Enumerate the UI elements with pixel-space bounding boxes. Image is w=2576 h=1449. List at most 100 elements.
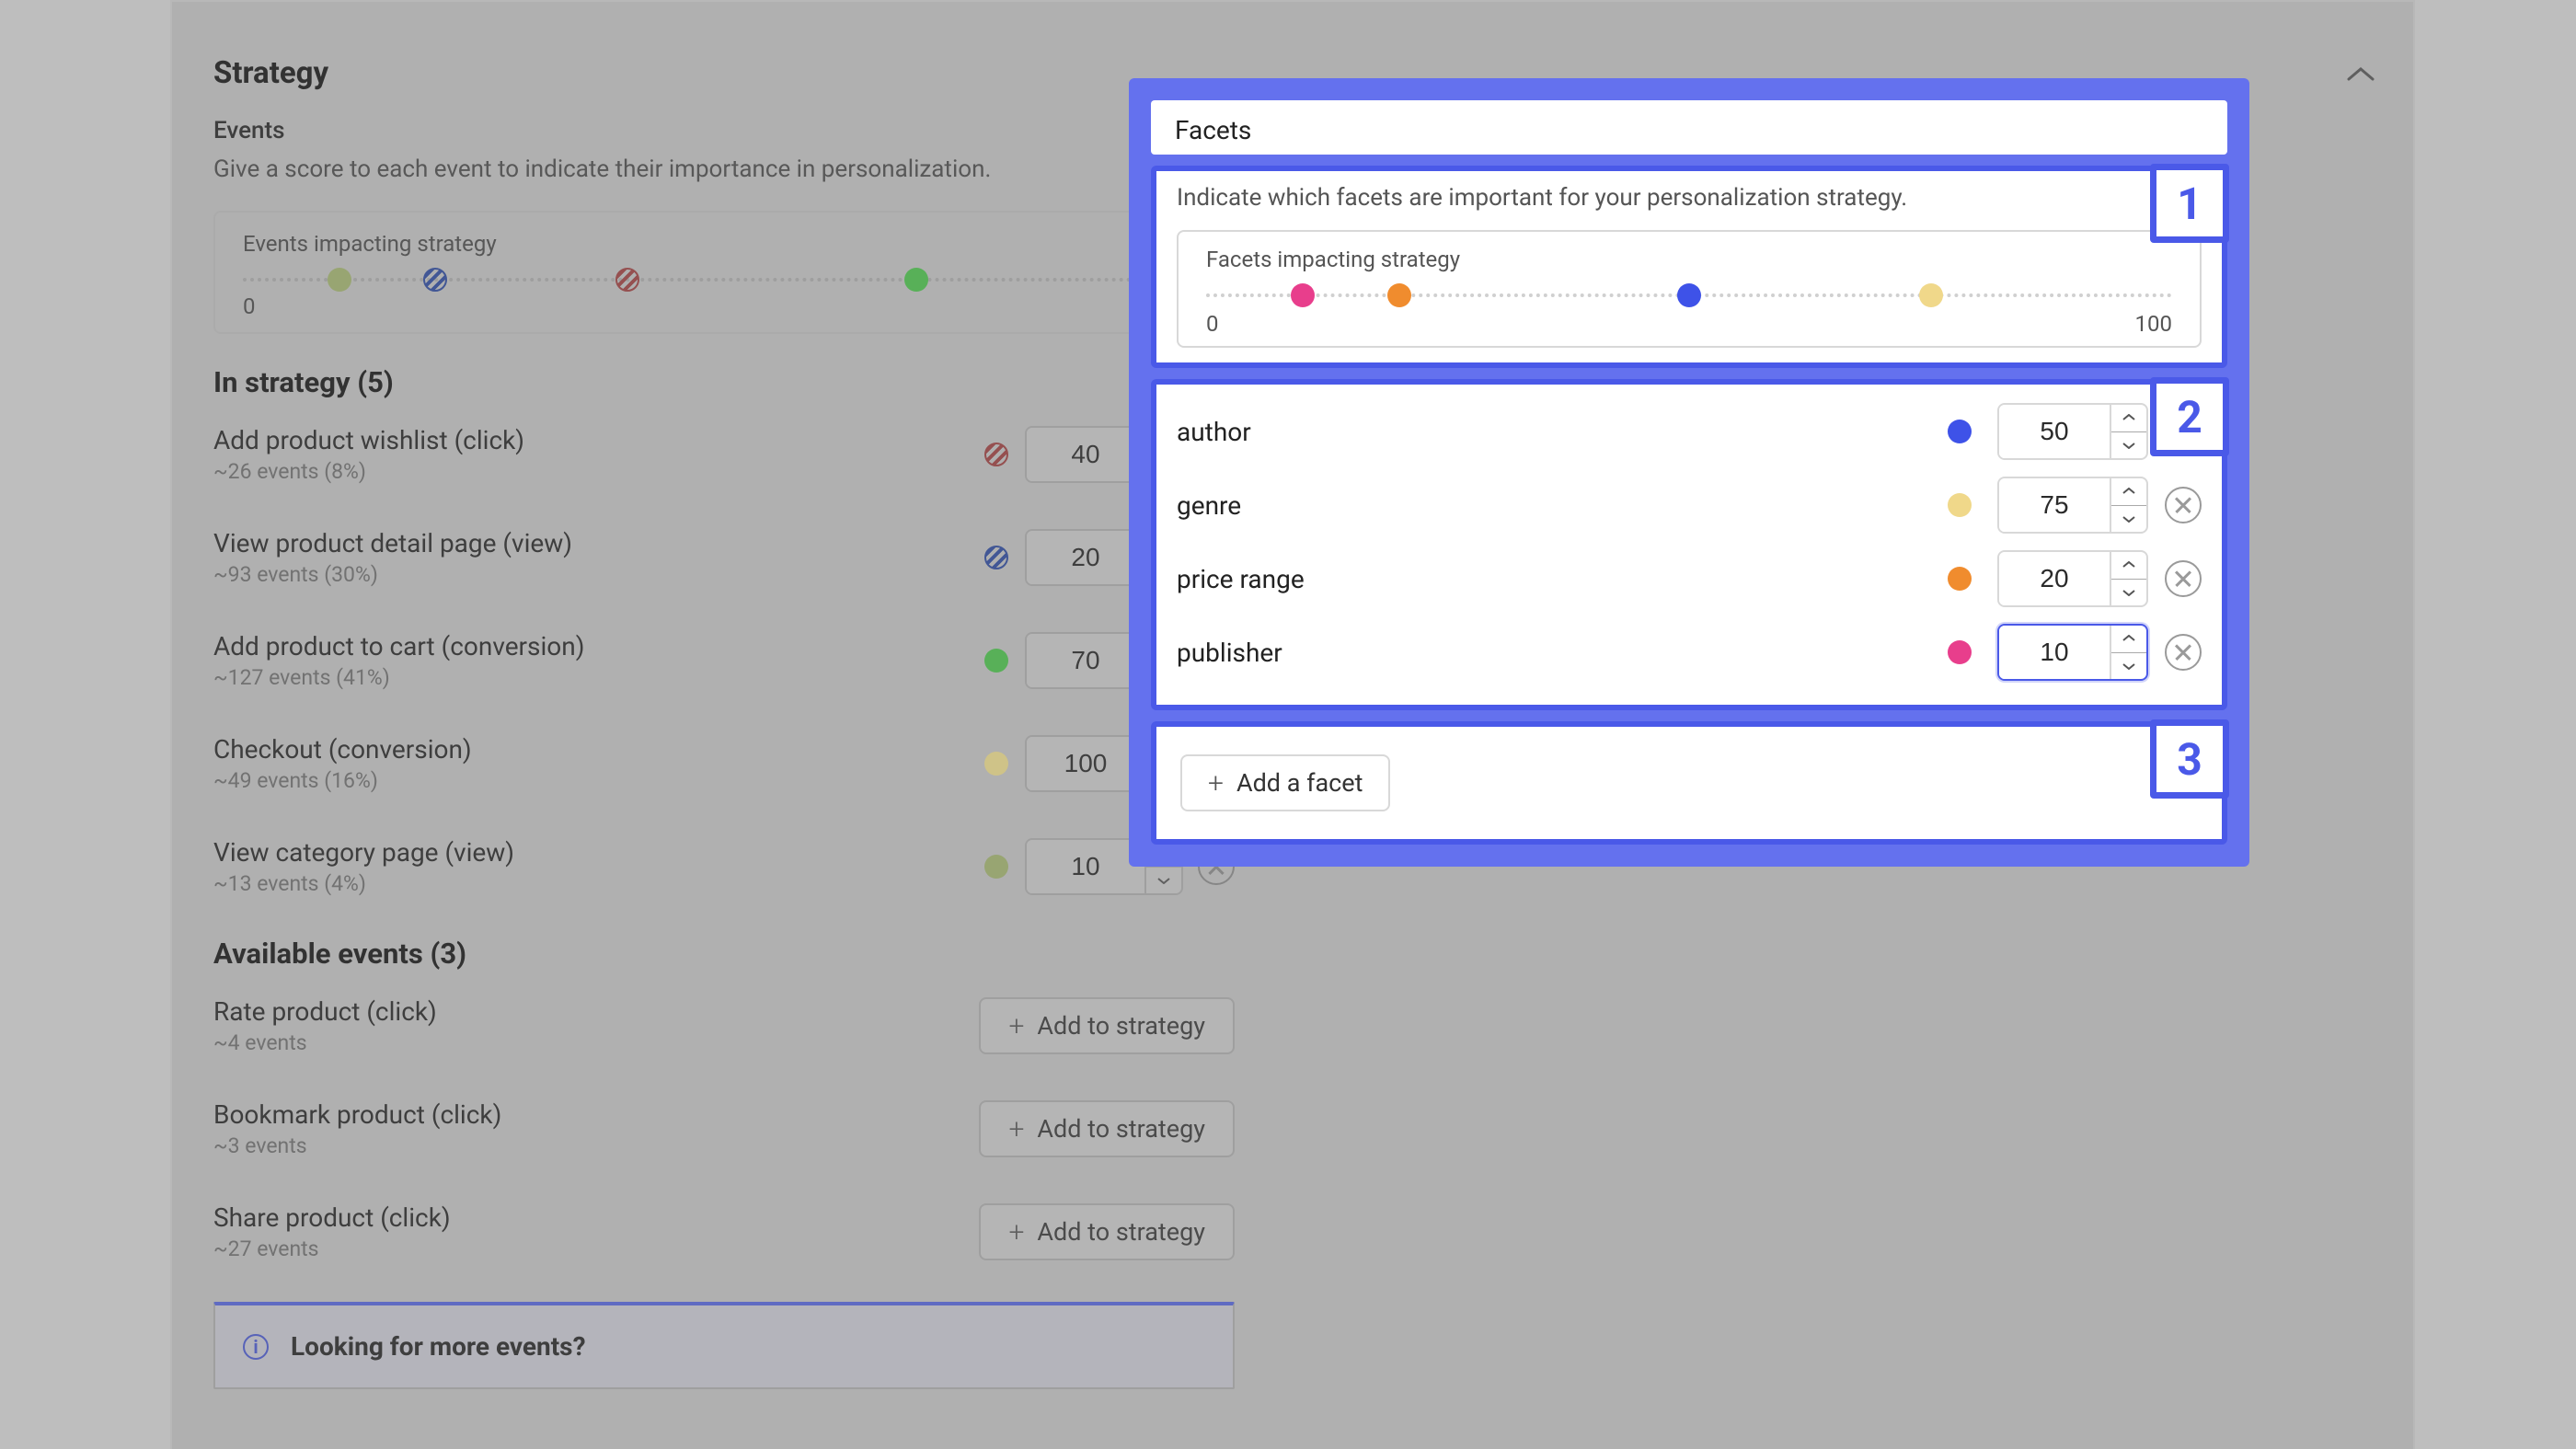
value-stepper[interactable] <box>1997 550 2148 607</box>
chevron-down-icon[interactable] <box>2111 506 2146 533</box>
scale-marker <box>1677 283 1701 307</box>
facets-panel: Facets Indicate which facets are importa… <box>1129 78 2249 867</box>
close-icon <box>2175 497 2191 513</box>
scale-min: 0 <box>1206 311 1219 337</box>
chevron-down-icon[interactable] <box>1146 868 1181 894</box>
event-name: Share product (click) <box>213 1202 979 1233</box>
stepper-input[interactable] <box>1999 552 2110 605</box>
scale-marker <box>615 268 639 292</box>
facet-name: publisher <box>1177 638 1948 668</box>
facet-row: author <box>1177 403 2202 460</box>
event-sub: ~3 events <box>213 1133 979 1158</box>
scale-marker <box>423 268 447 292</box>
stepper-input[interactable] <box>1027 840 1144 893</box>
event-sub: ~127 events (41%) <box>213 665 984 690</box>
facets-box-3: + Add a facet 3 <box>1151 721 2227 845</box>
event-marker-icon <box>984 855 1008 879</box>
close-icon <box>2175 570 2191 587</box>
event-text: Add product wishlist (click)~26 events (… <box>213 425 984 484</box>
chevron-up-icon[interactable] <box>2111 552 2146 580</box>
plus-icon: + <box>1208 767 1224 799</box>
add-to-strategy-button[interactable]: + Add to strategy <box>979 1203 1235 1260</box>
stepper-buttons[interactable] <box>2110 626 2146 679</box>
stepper-input[interactable] <box>1027 737 1144 790</box>
stepper-buttons[interactable] <box>2110 478 2146 532</box>
remove-button[interactable] <box>2165 487 2202 523</box>
facet-row: genre <box>1177 477 2202 534</box>
event-text: Rate product (click)~4 events <box>213 996 979 1055</box>
info-icon: i <box>243 1334 269 1360</box>
facet-color-icon <box>1948 420 1972 443</box>
chevron-down-icon[interactable] <box>2111 653 2146 680</box>
chevron-up-icon[interactable] <box>2111 405 2146 432</box>
scale-marker <box>1387 283 1411 307</box>
scale-marker <box>1919 283 1943 307</box>
event-name: View category page (view) <box>213 837 984 868</box>
add-label: Add to strategy <box>1037 1011 1205 1041</box>
event-sub: ~13 events (4%) <box>213 871 984 896</box>
value-stepper[interactable] <box>1997 624 2148 681</box>
stepper-input[interactable] <box>1027 428 1144 481</box>
event-text: Bookmark product (click)~3 events <box>213 1099 979 1158</box>
facet-color-icon <box>1948 493 1972 517</box>
value-stepper[interactable] <box>1997 477 2148 534</box>
callout-2: 2 <box>2150 377 2229 456</box>
event-row: Checkout (conversion) ~49 events (16%) <box>213 730 1235 797</box>
facet-name: genre <box>1177 490 1948 521</box>
facet-name: price range <box>1177 564 1948 594</box>
stepper-input[interactable] <box>1999 405 2110 458</box>
event-sub: ~49 events (16%) <box>213 768 984 793</box>
chevron-down-icon[interactable] <box>2111 580 2146 606</box>
add-facet-button[interactable]: + Add a facet <box>1180 754 1390 811</box>
remove-button[interactable] <box>2165 560 2202 597</box>
collapse-icon[interactable] <box>2347 66 2375 86</box>
add-facet-label: Add a facet <box>1236 768 1363 798</box>
add-to-strategy-button[interactable]: +Add to strategy <box>979 1100 1235 1157</box>
stepper-input[interactable] <box>1999 478 2110 532</box>
scale-marker <box>904 268 928 292</box>
event-text: View product detail page (view) ~93 event… <box>213 528 984 587</box>
event-sub: ~93 events (30%) <box>213 562 984 587</box>
events-scale-label: Events impacting strategy <box>243 231 1205 257</box>
facets-scale-track <box>1206 283 2172 307</box>
remove-button[interactable] <box>2165 634 2202 671</box>
chevron-up-icon[interactable] <box>2111 478 2146 506</box>
facets-title: Facets <box>1151 100 2227 155</box>
scale-min: 0 <box>243 293 256 319</box>
event-row: Add product wishlist (click)~26 events (… <box>213 421 1235 488</box>
available-event-row: Rate product (click)~4 events + Add to str… <box>213 993 1235 1059</box>
info-banner: i Looking for more events? <box>213 1302 1235 1389</box>
scale-max: 100 <box>2135 311 2172 337</box>
event-name: Checkout (conversion) <box>213 734 984 765</box>
event-marker-icon <box>984 546 1008 569</box>
stepper-input[interactable] <box>1027 531 1144 584</box>
stepper-input[interactable] <box>1999 626 2110 679</box>
available-heading: Available events (3) <box>213 937 1235 971</box>
facet-color-icon <box>1948 567 1972 591</box>
plus-icon: + <box>1008 1010 1024 1042</box>
events-heading: Events <box>213 117 1235 144</box>
stepper-buttons[interactable] <box>2110 552 2146 605</box>
events-scale-ends: 0 100 <box>243 293 1205 319</box>
stepper-buttons[interactable] <box>2110 405 2146 458</box>
event-sub: ~26 events (8%) <box>213 459 984 484</box>
facet-name: author <box>1177 417 1948 447</box>
event-name: Rate product (click) <box>213 996 979 1027</box>
facets-scale-box: Facets impacting strategy 0 100 <box>1177 230 2202 348</box>
event-text: Add product to cart (conversion)~127 eve… <box>213 631 984 690</box>
value-stepper[interactable] <box>1997 403 2148 460</box>
event-marker-icon <box>984 752 1008 776</box>
add-to-strategy-button[interactable]: + Add to strategy <box>979 997 1235 1054</box>
chevron-up-icon[interactable] <box>2111 626 2146 653</box>
event-row: View product detail page (view) ~93 event… <box>213 524 1235 591</box>
add-label: Add to strategy <box>1037 1217 1205 1247</box>
chevron-down-icon[interactable] <box>2111 432 2146 459</box>
in-strategy-heading: In strategy (5) <box>213 365 1235 399</box>
facets-hint: Indicate which facets are important for … <box>1177 184 2202 212</box>
plus-icon: + <box>1008 1216 1024 1248</box>
event-marker-icon <box>984 443 1008 466</box>
events-scale-box: Events impacting strategy 0 100 <box>213 211 1235 334</box>
stepper-input[interactable] <box>1027 634 1144 687</box>
event-name: View product detail page (view) <box>213 528 984 558</box>
plus-icon: + <box>1008 1113 1024 1145</box>
